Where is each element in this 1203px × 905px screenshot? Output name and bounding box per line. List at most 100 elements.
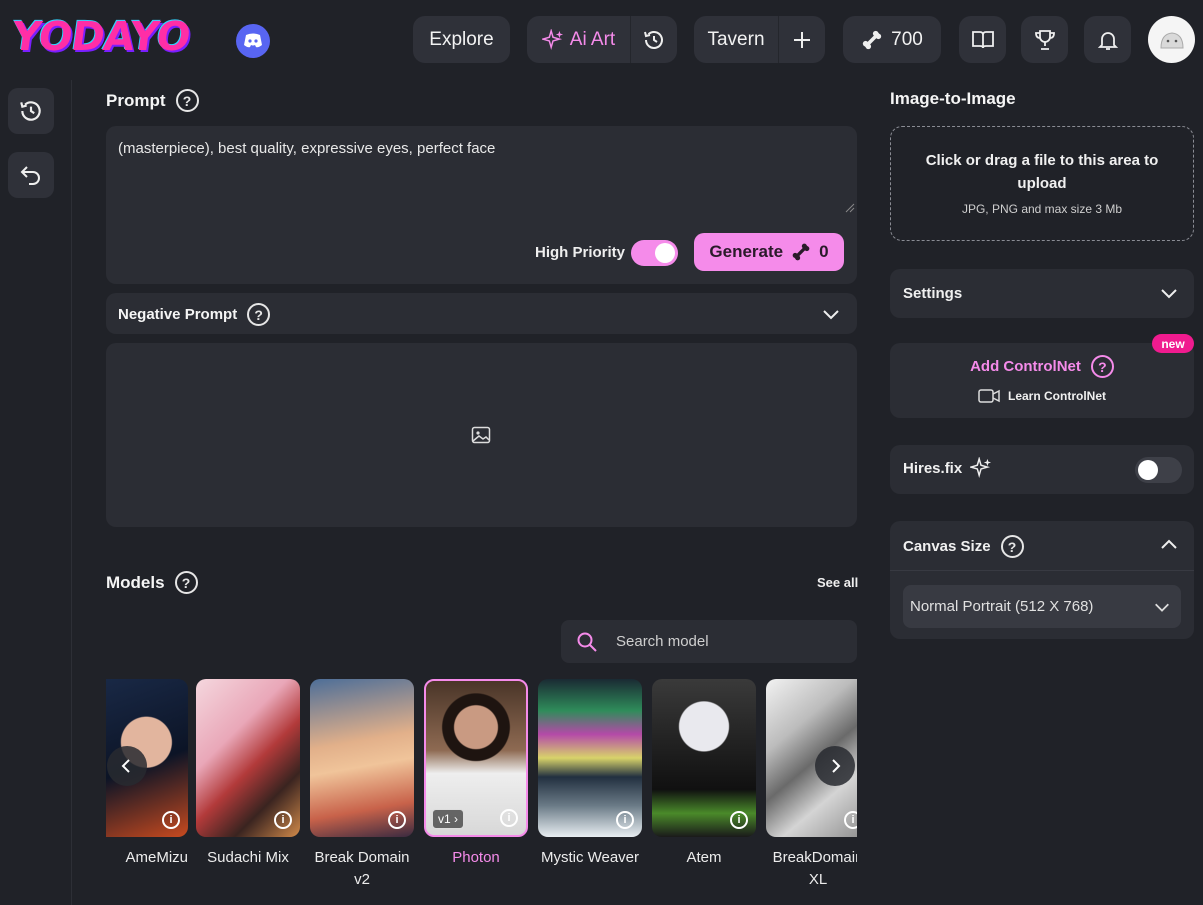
add-controlnet-label: Add ControlNet: [970, 358, 1081, 375]
history-icon[interactable]: [631, 16, 677, 63]
canvas-size-header[interactable]: Canvas Size ?: [890, 521, 1194, 571]
model-thumbnail: i: [310, 679, 414, 837]
carousel-prev-button[interactable]: [107, 746, 147, 786]
model-thumbnail: i: [652, 679, 756, 837]
see-all-link[interactable]: See all: [817, 575, 858, 590]
notifications-button[interactable]: [1084, 16, 1131, 63]
tavern-group: Tavern: [694, 16, 825, 63]
bell-icon: [1084, 16, 1131, 63]
resize-handle-icon[interactable]: [845, 203, 855, 213]
info-icon[interactable]: i: [162, 811, 180, 829]
help-icon[interactable]: ?: [175, 89, 199, 112]
prompt-heading: Prompt ?: [106, 89, 199, 112]
hires-toggle[interactable]: [1135, 457, 1182, 483]
leaderboard-button[interactable]: [1021, 16, 1068, 63]
generate-button[interactable]: Generate 0: [694, 233, 844, 271]
ai-art-button[interactable]: Ai Art: [527, 16, 630, 63]
model-name: BreakDomain XL: [772, 849, 857, 888]
model-thumbnail: i: [538, 679, 642, 837]
help-icon[interactable]: ?: [1090, 355, 1114, 378]
undo-icon: [20, 166, 40, 185]
search-input[interactable]: [616, 633, 816, 650]
sparkle-icon: [970, 457, 992, 479]
model-name: Mystic Weaver: [540, 849, 640, 866]
new-badge: new: [1152, 334, 1194, 353]
chevron-right-icon: [832, 759, 841, 773]
model-thumbnail: i: [196, 679, 300, 837]
model-card[interactable]: i Break Domain v2: [310, 679, 414, 891]
explore-label: Explore: [429, 28, 494, 50]
chevron-down-icon: [1155, 603, 1169, 612]
prompt-title: Prompt: [106, 90, 166, 110]
model-name: Photon: [452, 849, 500, 866]
models-heading: Models ?: [106, 571, 198, 594]
yodayo-logo[interactable]: YODAYO: [9, 14, 193, 60]
undo-rail-button[interactable]: [8, 152, 54, 198]
model-card[interactable]: i Sudachi Mix: [196, 679, 300, 869]
model-card[interactable]: i Mystic Weaver: [538, 679, 642, 869]
carousel-next-button[interactable]: [815, 746, 855, 786]
generate-cost: 0: [819, 242, 829, 261]
add-controlnet-button[interactable]: Add ControlNet ?: [890, 355, 1194, 378]
settings-title: Settings: [903, 285, 963, 302]
model-card[interactable]: i Atem: [652, 679, 756, 869]
info-icon[interactable]: i: [616, 811, 634, 829]
canvas-size-heading: Canvas Size ?: [903, 535, 1024, 558]
learn-controlnet-label: Learn ControlNet: [1007, 389, 1106, 403]
tavern-button[interactable]: Tavern: [694, 16, 778, 63]
model-card[interactable]: i BreakDomain XL: [766, 679, 857, 891]
chevron-down-icon[interactable]: [821, 304, 841, 324]
model-name: Atem: [686, 849, 722, 866]
ai-art-label: Ai Art: [569, 28, 616, 50]
info-icon[interactable]: i: [500, 809, 518, 827]
tavern-label: Tavern: [707, 28, 765, 50]
canvas-size-select[interactable]: Normal Portrait (512 X 768): [903, 585, 1181, 628]
hires-heading: Hires.fix: [903, 457, 992, 479]
info-icon[interactable]: i: [730, 811, 748, 829]
search-icon: [577, 632, 597, 652]
learn-controlnet-link[interactable]: Learn ControlNet: [890, 389, 1194, 403]
chevron-up-icon: [1161, 539, 1177, 549]
discord-icon[interactable]: [236, 24, 270, 58]
history-rail-button[interactable]: [8, 88, 54, 134]
settings-panel[interactable]: Settings: [890, 269, 1194, 318]
canvas-size-value: Normal Portrait (512 X 768): [910, 598, 1094, 615]
library-button[interactable]: [959, 16, 1006, 63]
trophy-icon: [1021, 16, 1068, 63]
negative-prompt-title: Negative Prompt: [118, 306, 238, 323]
canvas-size-title: Canvas Size: [903, 538, 991, 555]
chevron-left-icon: [121, 759, 130, 773]
video-camera-icon: [978, 389, 1000, 403]
prompt-textarea[interactable]: (masterpiece), best quality, expressive …: [118, 140, 495, 157]
user-avatar[interactable]: [1148, 16, 1195, 63]
models-carousel: i AmeMizu i Sudachi Mix i Break Domain v…: [106, 679, 857, 905]
high-priority-toggle[interactable]: [631, 240, 678, 266]
help-icon[interactable]: ?: [1000, 535, 1024, 558]
avatar-icon: [1159, 31, 1184, 48]
high-priority-label: High Priority: [535, 244, 626, 261]
ai-art-group: Ai Art: [527, 16, 677, 63]
info-icon[interactable]: i: [274, 811, 292, 829]
sparkle-icon: [541, 28, 563, 50]
version-label: v1: [438, 812, 451, 826]
controlnet-panel: Add ControlNet ? Learn ControlNet: [890, 343, 1194, 418]
credits-button[interactable]: 700: [843, 16, 941, 63]
info-icon[interactable]: i: [844, 811, 857, 829]
model-name: Sudachi Mix: [207, 849, 289, 866]
upload-hint: JPG, PNG and max size 3 Mb: [961, 202, 1123, 216]
help-icon[interactable]: ?: [174, 571, 198, 594]
chevron-down-icon: [1161, 289, 1177, 299]
canvas-size-panel: Canvas Size ? Normal Portrait (512 X 768…: [890, 521, 1194, 639]
upload-text: Click or drag a file to this area to upl…: [925, 152, 1159, 192]
model-card-selected[interactable]: v1 › i Photon: [424, 679, 528, 869]
plus-icon[interactable]: [779, 16, 825, 63]
bone-icon: [862, 30, 882, 49]
info-icon[interactable]: i: [388, 811, 406, 829]
hires-panel: Hires.fix: [890, 445, 1194, 494]
model-thumbnail: v1 › i: [424, 679, 528, 837]
upload-dropzone[interactable]: Click or drag a file to this area to upl…: [890, 126, 1194, 241]
bone-icon: [792, 243, 810, 261]
version-selector[interactable]: v1 ›: [432, 809, 465, 829]
help-icon[interactable]: ?: [247, 303, 271, 326]
explore-button[interactable]: Explore: [413, 16, 510, 63]
